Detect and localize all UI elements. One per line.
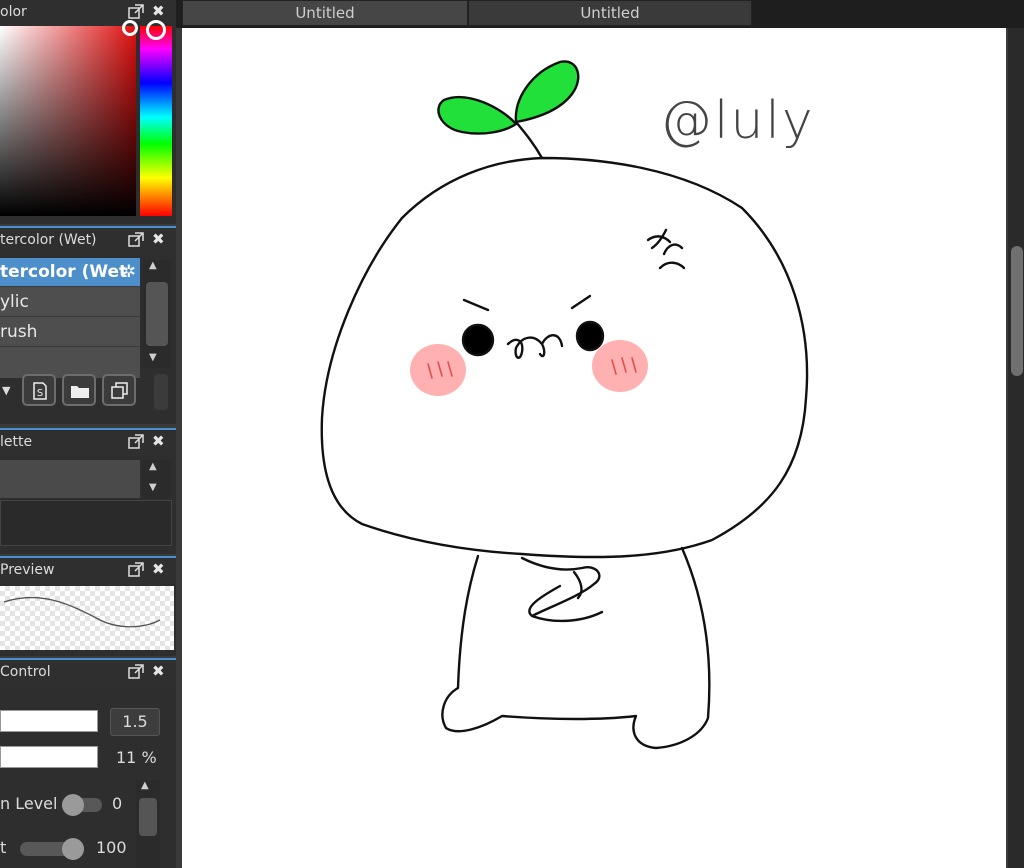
left-eye bbox=[461, 323, 495, 357]
level-label: n Level bbox=[0, 794, 58, 813]
opacity-value: 11 % bbox=[116, 748, 157, 767]
head-outline bbox=[320, 156, 809, 559]
control-panel-scrollbar[interactable]: ▲ bbox=[136, 780, 160, 868]
opacity-slider[interactable] bbox=[0, 746, 98, 768]
second-slider[interactable] bbox=[20, 838, 84, 860]
close-icon[interactable]: ✖ bbox=[152, 663, 165, 679]
popout-icon[interactable] bbox=[128, 664, 144, 680]
brush-item-label: rush bbox=[0, 322, 38, 342]
document-tab-bar: Untitled Untitled bbox=[176, 0, 1024, 28]
stroke-preview-line bbox=[3, 596, 161, 628]
scroll-up-icon[interactable]: ▲ bbox=[141, 780, 149, 791]
popout-icon[interactable] bbox=[128, 232, 144, 248]
palette-panel-header: lette ✖ bbox=[0, 428, 176, 456]
preview-panel-title: Preview bbox=[0, 562, 55, 578]
folder-icon bbox=[71, 386, 89, 398]
brush-control-panel: Control ✖ 1.5 11 % n Level 0 t 100 ▲ bbox=[0, 658, 176, 868]
crossed-arms bbox=[520, 556, 604, 623]
scrollbar-thumb[interactable] bbox=[146, 282, 168, 346]
popout-icon[interactable] bbox=[128, 4, 144, 20]
scroll-down-icon[interactable]: ▼ bbox=[149, 352, 157, 363]
brush-item-acrylic[interactable]: ylic bbox=[0, 288, 140, 317]
tab-label: Untitled bbox=[295, 4, 355, 22]
scroll-up-icon[interactable]: ▲ bbox=[149, 461, 157, 472]
close-icon[interactable]: ✖ bbox=[152, 433, 165, 449]
brush-panel-title: tercolor (Wet) bbox=[0, 232, 97, 248]
tab-untitled-2[interactable]: Untitled bbox=[468, 0, 752, 26]
scrollbar-thumb[interactable] bbox=[1011, 246, 1023, 376]
brush-item-brush[interactable]: rush bbox=[0, 318, 140, 347]
left-blush bbox=[410, 344, 466, 396]
palette-panel: lette ✖ ▲ ▼ bbox=[0, 428, 176, 554]
mouth bbox=[506, 334, 564, 359]
canvas-area: @luly bbox=[176, 28, 1024, 868]
brush-list: tercolor (Wet ✲ ylic rush bbox=[0, 258, 140, 378]
gear-icon[interactable]: ✲ bbox=[122, 258, 136, 286]
brush-preview-panel: Preview ✖ bbox=[0, 556, 176, 656]
control-panel-header: Control ✖ bbox=[0, 658, 176, 686]
scroll-up-icon[interactable]: ▲ bbox=[149, 260, 157, 271]
drawing-canvas[interactable]: @luly bbox=[182, 28, 1006, 868]
brush-item-label: tercolor (Wet bbox=[0, 262, 128, 282]
tab-label: Untitled bbox=[580, 4, 640, 22]
color-picker-cursor[interactable] bbox=[122, 20, 138, 36]
toolbar-scroll-stub[interactable] bbox=[154, 374, 168, 410]
brush-item-watercolor-wet[interactable]: tercolor (Wet ✲ bbox=[0, 258, 140, 287]
popout-icon[interactable] bbox=[128, 562, 144, 578]
sprout-left-leaf bbox=[437, 95, 518, 135]
hue-slider[interactable] bbox=[140, 26, 172, 216]
second-slider-label: t bbox=[0, 838, 7, 857]
brush-panel: tercolor (Wet) ✖ tercolor (Wet ✲ ylic ru… bbox=[0, 226, 176, 424]
paint-app: olor ✖ tercolor (Wet) ✖ tercolor (Wet ✲ … bbox=[0, 0, 1024, 868]
signature-text: @luly bbox=[660, 91, 815, 151]
saturation-value-picker[interactable] bbox=[0, 26, 136, 216]
canvas-vertical-scrollbar[interactable] bbox=[1008, 28, 1024, 868]
hue-slider-cursor[interactable] bbox=[146, 20, 166, 40]
level-slider-knob[interactable] bbox=[62, 794, 84, 816]
control-panel-title: Control bbox=[0, 664, 51, 680]
sprout-stem bbox=[514, 120, 544, 160]
popout-icon[interactable] bbox=[128, 434, 144, 450]
right-blush bbox=[592, 340, 648, 392]
brush-stroke-preview bbox=[0, 586, 174, 650]
brush-panel-header: tercolor (Wet) ✖ bbox=[0, 226, 176, 254]
brush-size-value[interactable]: 1.5 bbox=[110, 708, 160, 736]
copy-icon bbox=[111, 382, 128, 399]
brush-list-scrollbar[interactable]: ▲ ▼ bbox=[143, 260, 171, 368]
save-brush-button[interactable]: S bbox=[22, 374, 56, 406]
scrollbar-thumb[interactable] bbox=[139, 798, 157, 836]
palette-scrollbar[interactable]: ▲ ▼ bbox=[143, 460, 171, 498]
tab-untitled-1[interactable]: Untitled bbox=[182, 0, 468, 26]
brush-size-slider[interactable] bbox=[0, 710, 98, 732]
level-slider[interactable] bbox=[62, 794, 102, 816]
svg-text:S: S bbox=[37, 388, 43, 399]
color-panel-title: olor bbox=[0, 4, 27, 20]
second-slider-value: 100 bbox=[96, 838, 127, 857]
second-slider-knob[interactable] bbox=[62, 838, 84, 860]
body-outline bbox=[441, 546, 711, 750]
palette-swatch-area[interactable] bbox=[0, 460, 140, 498]
dropdown-arrow-icon[interactable]: ▼ bbox=[2, 384, 10, 397]
left-panel-column: olor ✖ tercolor (Wet) ✖ tercolor (Wet ✲ … bbox=[0, 0, 176, 868]
brush-file-icon: S bbox=[33, 382, 47, 400]
preview-panel-header: Preview ✖ bbox=[0, 556, 176, 584]
brush-item-label: ylic bbox=[0, 292, 29, 312]
sprout-right-leaf bbox=[514, 60, 580, 124]
close-icon[interactable]: ✖ bbox=[152, 3, 165, 19]
duplicate-brush-button[interactable] bbox=[102, 374, 136, 406]
color-panel: olor ✖ bbox=[0, 0, 176, 224]
scroll-down-icon[interactable]: ▼ bbox=[149, 482, 157, 493]
palette-panel-title: lette bbox=[0, 434, 33, 450]
level-value: 0 bbox=[112, 794, 123, 813]
right-eye bbox=[575, 320, 605, 352]
close-icon[interactable]: ✖ bbox=[152, 231, 165, 247]
open-folder-button[interactable] bbox=[62, 374, 96, 406]
close-icon[interactable]: ✖ bbox=[152, 561, 165, 577]
palette-list-area[interactable] bbox=[0, 500, 172, 546]
sprout-character-drawing: @luly bbox=[320, 60, 815, 750]
